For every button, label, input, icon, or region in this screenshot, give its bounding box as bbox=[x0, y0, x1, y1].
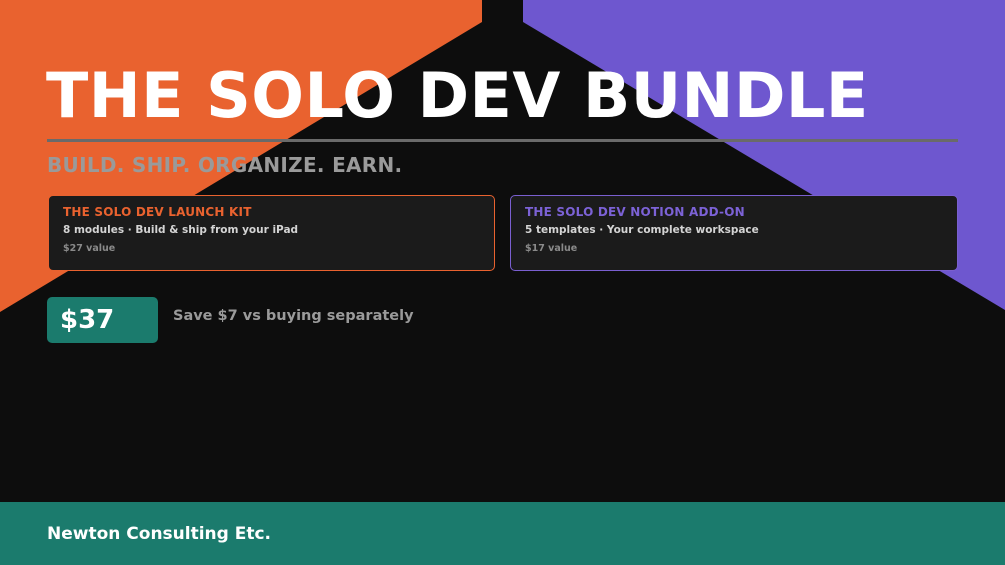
footer-brand: Newton Consulting Etc. bbox=[47, 524, 272, 544]
product-description: 5 templates · Your complete workspace bbox=[525, 224, 759, 236]
product-card-launch-kit[interactable]: THE SOLO DEV LAUNCH KIT 8 modules · Buil… bbox=[48, 195, 495, 271]
tagline: BUILD. SHIP. ORGANIZE. EARN. bbox=[47, 153, 403, 177]
product-card-notion-add-on[interactable]: THE SOLO DEV NOTION ADD-ON 5 templates ·… bbox=[510, 195, 958, 271]
savings-text: Save $7 vs buying separately bbox=[173, 308, 414, 324]
page-title: THE SOLO DEV BUNDLE bbox=[46, 59, 869, 132]
title-divider bbox=[47, 139, 958, 142]
price-badge[interactable]: $37 bbox=[47, 297, 158, 343]
product-title: THE SOLO DEV NOTION ADD-ON bbox=[525, 205, 745, 219]
product-value: $27 value bbox=[63, 243, 116, 254]
product-title: THE SOLO DEV LAUNCH KIT bbox=[63, 205, 252, 219]
footer-bar: Newton Consulting Etc. bbox=[0, 502, 1005, 565]
product-description: 8 modules · Build & ship from your iPad bbox=[63, 224, 299, 236]
product-value: $17 value bbox=[525, 243, 578, 254]
